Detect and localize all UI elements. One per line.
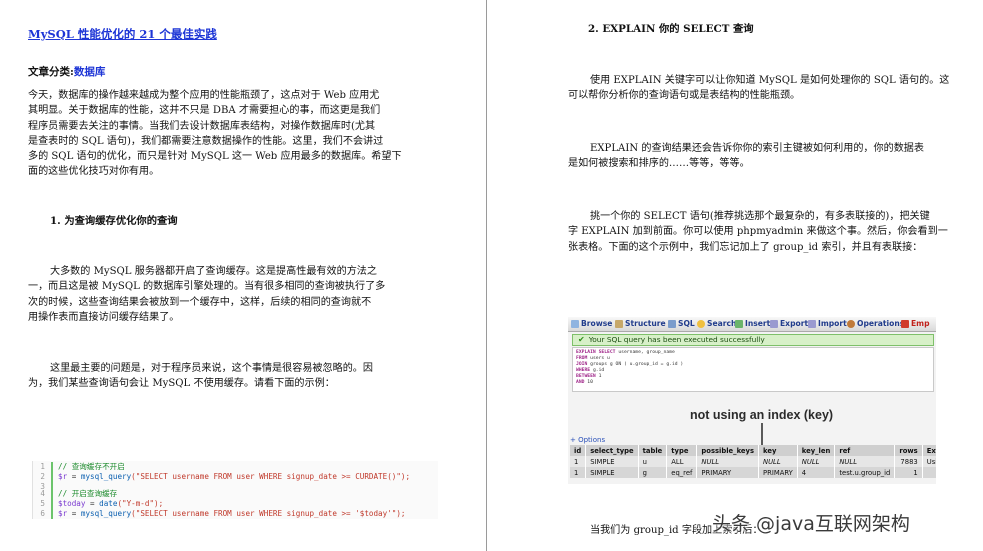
column-header[interactable]: select_type bbox=[585, 445, 639, 456]
tab-structure[interactable]: Structure bbox=[615, 319, 666, 328]
tab-operations[interactable]: Operations bbox=[847, 319, 904, 328]
left-page: MySQL 性能优化的 21 个最佳实践 文章分类:数据库 今天，数据库的操作越… bbox=[0, 0, 486, 551]
export-icon bbox=[770, 319, 778, 328]
article-title-link[interactable]: MySQL 性能优化的 21 个最佳实践 bbox=[28, 26, 217, 42]
tab-browse[interactable]: Browse bbox=[571, 319, 612, 328]
code-line: 4// 开启查询缓存 bbox=[33, 489, 117, 499]
sql-icon bbox=[668, 319, 676, 328]
column-header[interactable]: possible_keys bbox=[696, 445, 759, 456]
section-heading-2: 2. EXPLAIN 你的 SELECT 查询 bbox=[588, 23, 754, 35]
table-header-row: id select_type table type possible_keys … bbox=[570, 445, 936, 456]
category-label: 文章分类: bbox=[28, 66, 74, 78]
section-heading-1: 1. 为查询缓存优化你的查询 bbox=[50, 215, 178, 227]
check-icon: ✔ bbox=[578, 335, 585, 344]
sql-line: AND 10 bbox=[576, 380, 593, 385]
watermark: 头条 @java互联网架构 bbox=[712, 513, 910, 535]
code-line: 2 $r = mysql_query("SELECT username FROM … bbox=[33, 472, 410, 482]
explain-paragraph-2: EXPLAIN 的查询结果还会告诉你你的索引主键被如何利用的，你的数据表 是如何… bbox=[568, 143, 924, 170]
right-page: 2. EXPLAIN 你的 SELECT 查询 使用 EXPLAIN 关键字可以… bbox=[488, 0, 983, 551]
intro-paragraph: 今天，数据库的操作越来越成为整个应用的性能瓶颈了，这点对于 Web 应用尤 其明… bbox=[28, 90, 402, 178]
code-line: 1// 查询缓存不开启 bbox=[33, 462, 125, 472]
tab-empty[interactable]: Emp bbox=[901, 319, 930, 328]
table-row: 1 SIMPLE u ALL NULL NULL NULL NULL 7883 … bbox=[570, 456, 936, 467]
article-category: 文章分类:数据库 bbox=[28, 64, 105, 79]
explain-result-table: id select_type table type possible_keys … bbox=[570, 445, 936, 478]
column-header[interactable]: rows bbox=[894, 445, 923, 456]
column-header[interactable]: key bbox=[758, 445, 798, 456]
cache-paragraph: 大多数的 MySQL 服务器都开启了查询缓存。这是提高性最有效的方法之 一，而且… bbox=[28, 266, 386, 323]
code-line: 5 $today = date("Y-m-d"); bbox=[33, 499, 163, 509]
tab-insert[interactable]: Insert bbox=[735, 319, 770, 328]
success-message: ✔ Your SQL query has been executed succes… bbox=[572, 334, 934, 346]
column-header[interactable]: id bbox=[570, 445, 587, 456]
category-value-link[interactable]: 数据库 bbox=[74, 66, 106, 78]
warning-paragraph: 这里最主要的问题是，对于程序员来说，这个事情是很容易被忽略的。因 为，我们某些查… bbox=[28, 363, 373, 390]
table-row: 1 SIMPLE g eq_ref PRIMARY PRIMARY 4 test… bbox=[570, 467, 936, 478]
empty-icon bbox=[901, 319, 909, 328]
phpmyadmin-screenshot: Browse Structure SQL Search Insert Expor… bbox=[568, 317, 936, 484]
pma-toolbar: Browse Structure SQL Search Insert Expor… bbox=[568, 317, 936, 332]
browse-icon bbox=[571, 319, 579, 328]
tab-search[interactable]: Search bbox=[697, 319, 736, 328]
explain-paragraph-1: 使用 EXPLAIN 关键字可以让你知道 MySQL 是如何处理你的 SQL 语… bbox=[568, 75, 950, 102]
column-header[interactable]: key_len bbox=[797, 445, 836, 456]
options-link[interactable]: + Options bbox=[570, 436, 605, 444]
operations-icon bbox=[847, 319, 855, 328]
insert-icon bbox=[735, 319, 743, 328]
import-icon bbox=[808, 319, 816, 328]
sql-query-box: EXPLAIN SELECT username, group_name FROM… bbox=[572, 347, 934, 392]
structure-icon bbox=[615, 319, 623, 328]
column-header[interactable]: ref bbox=[834, 445, 896, 456]
column-header[interactable]: type bbox=[666, 445, 698, 456]
code-example: 1// 查询缓存不开启 2 $r = mysql_query("SELECT us… bbox=[32, 461, 438, 519]
tab-import[interactable]: Import bbox=[808, 319, 847, 328]
page-divider bbox=[486, 0, 487, 551]
tab-sql[interactable]: SQL bbox=[668, 319, 695, 328]
search-icon bbox=[697, 319, 705, 328]
code-line: 6 $r = mysql_query("SELECT username FROM … bbox=[33, 509, 405, 519]
column-header[interactable]: table bbox=[638, 445, 668, 456]
column-header[interactable]: Extra bbox=[922, 445, 936, 456]
tab-export[interactable]: Export bbox=[770, 319, 808, 328]
explain-paragraph-3: 挑一个你的 SELECT 语句(推荐挑选那个最复杂的，有多表联接的)，把关键 字… bbox=[568, 211, 948, 253]
index-annotation: not using an index (key) bbox=[690, 408, 834, 422]
